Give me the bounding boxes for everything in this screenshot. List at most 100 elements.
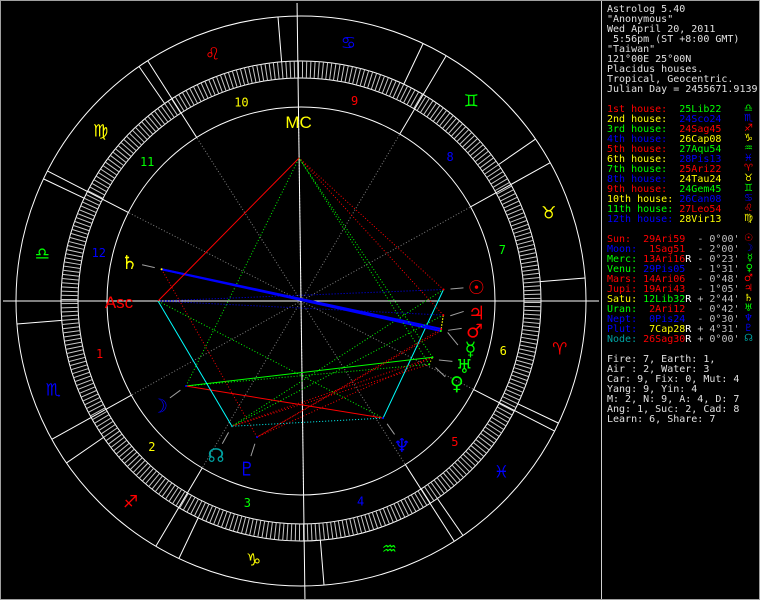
planet-pointer-line bbox=[438, 359, 453, 362]
degree-tick bbox=[368, 513, 375, 530]
planet-list: Sun: 29Ari59 - 0°00' ☉ Moon: 1Sag51 - 2°00… bbox=[607, 234, 759, 345]
sign-boundary bbox=[138, 66, 166, 104]
aspect-line bbox=[185, 363, 430, 387]
degree-tick bbox=[164, 103, 175, 118]
degree-tick bbox=[123, 138, 137, 152]
degree-tick bbox=[120, 142, 134, 154]
house-number: 2 bbox=[148, 440, 155, 454]
degree-tick bbox=[113, 439, 128, 452]
degree-tick bbox=[496, 185, 512, 195]
degree-tick bbox=[88, 403, 104, 413]
degree-tick bbox=[427, 484, 438, 499]
degree-tick bbox=[178, 94, 188, 110]
sign-boundary bbox=[540, 277, 586, 283]
degree-tick bbox=[523, 289, 541, 292]
degree-tick bbox=[484, 426, 500, 437]
degree-tick bbox=[98, 172, 113, 183]
degree-tick bbox=[337, 520, 342, 538]
degree-tick bbox=[236, 515, 243, 533]
planet-jupi-icon: ♃ bbox=[468, 302, 485, 324]
planet-point bbox=[442, 288, 445, 291]
degree-tick bbox=[330, 521, 334, 539]
degree-tick bbox=[290, 523, 293, 541]
sign-libra-icon: ♎ bbox=[35, 245, 50, 265]
sign-aries-icon: ♈ bbox=[552, 339, 567, 359]
planet-nept-icon: ♆ bbox=[394, 435, 411, 457]
planet-point bbox=[440, 327, 443, 330]
degree-tick bbox=[332, 63, 337, 81]
degree-tick bbox=[110, 436, 125, 448]
degree-tick bbox=[516, 355, 534, 362]
degree-tick bbox=[498, 189, 514, 199]
degree-tick bbox=[403, 87, 412, 104]
degree-tick bbox=[249, 518, 254, 536]
sign-cancer-icon: ♋ bbox=[341, 33, 356, 53]
house-row[interactable]: 12th house: 28Vir13 ♍ bbox=[607, 214, 759, 225]
degree-tick bbox=[482, 429, 497, 441]
planet-pointer-line bbox=[221, 432, 230, 444]
degree-tick bbox=[414, 492, 424, 508]
house-cusp-dotted bbox=[196, 137, 302, 302]
sign-boundary bbox=[277, 16, 283, 62]
degree-tick bbox=[521, 268, 539, 272]
degree-tick bbox=[273, 522, 277, 540]
degree-tick bbox=[148, 473, 160, 487]
planet-point bbox=[431, 356, 434, 359]
degree-tick bbox=[115, 442, 130, 455]
degree-tick bbox=[64, 337, 82, 342]
planet-row[interactable]: Node: 26Sag30R + 0°00' ☊ bbox=[607, 334, 759, 345]
chart-wheel[interactable]: ♈♉♊♋♌♍♎♏♐♑♒♓123 456789101112AscMC♅☿♂♃☉♄☽☊… bbox=[1, 1, 601, 599]
degree-tick bbox=[69, 236, 87, 243]
degree-tick bbox=[98, 420, 114, 431]
degree-tick bbox=[118, 445, 133, 458]
degree-tick bbox=[397, 501, 406, 518]
degree-tick bbox=[105, 430, 121, 442]
aspect-line bbox=[157, 300, 384, 419]
degree-tick bbox=[141, 121, 154, 135]
house-cusp-line bbox=[147, 60, 198, 138]
degree-tick bbox=[453, 126, 467, 140]
planet-label: Node: bbox=[607, 334, 638, 345]
degree-tick bbox=[68, 356, 86, 363]
degree-tick bbox=[432, 107, 444, 122]
house-cusp-line bbox=[473, 389, 555, 432]
degree-tick bbox=[93, 179, 109, 189]
planet-point bbox=[439, 329, 442, 332]
degree-tick bbox=[523, 281, 541, 284]
degree-tick bbox=[500, 192, 516, 202]
degree-tick bbox=[150, 113, 163, 128]
degree-tick bbox=[480, 432, 495, 444]
degree-tick bbox=[142, 468, 154, 482]
degree-tick bbox=[468, 448, 482, 460]
degree-tick bbox=[278, 522, 281, 540]
degree-tick bbox=[196, 84, 205, 101]
degree-tick bbox=[154, 110, 166, 125]
aspect-line bbox=[256, 328, 442, 438]
aspect-line bbox=[231, 363, 430, 427]
degree-tick bbox=[349, 518, 354, 536]
degree-tick bbox=[103, 427, 118, 438]
degree-tick bbox=[459, 132, 473, 145]
degree-tick bbox=[448, 120, 460, 134]
planet-pointer-line bbox=[250, 443, 256, 457]
aspect-line bbox=[157, 157, 300, 302]
degree-tick bbox=[341, 520, 346, 537]
planet-pointer-line bbox=[386, 423, 395, 435]
degree-tick bbox=[498, 403, 515, 412]
degree-tick bbox=[491, 416, 507, 427]
degree-tick bbox=[138, 465, 152, 479]
degree-tick bbox=[132, 129, 145, 143]
degree-tick bbox=[102, 165, 118, 176]
degree-tick bbox=[240, 516, 247, 534]
planet-point bbox=[442, 314, 445, 317]
degree-tick bbox=[407, 496, 417, 512]
sign-boundary bbox=[43, 178, 85, 199]
degree-tick bbox=[448, 467, 461, 481]
sign-capricorn-icon: ♑ bbox=[246, 551, 261, 571]
degree-tick bbox=[523, 285, 541, 288]
degree-tick bbox=[186, 496, 196, 513]
degree-tick bbox=[71, 228, 89, 235]
degree-tick bbox=[454, 462, 467, 476]
degree-tick bbox=[282, 523, 285, 541]
degree-tick bbox=[190, 498, 199, 515]
